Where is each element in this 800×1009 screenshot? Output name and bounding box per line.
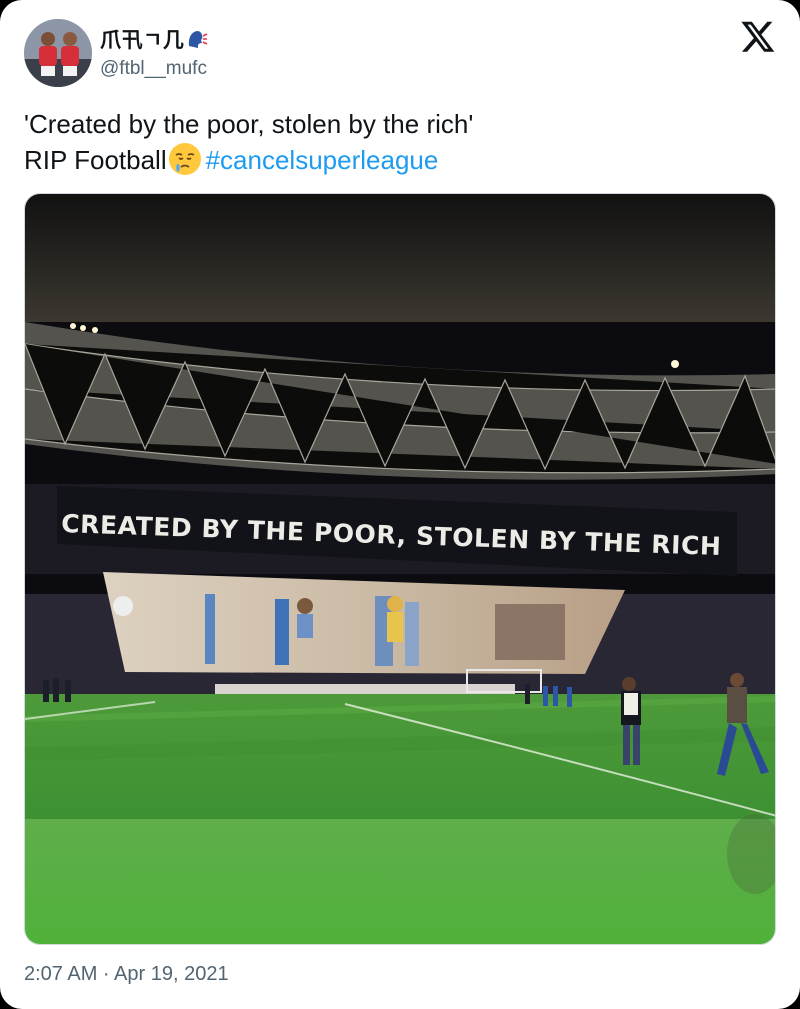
user-handle[interactable]: @ftbl__mufc <box>100 58 207 80</box>
tweet-photo[interactable]: CREATED BY THE POOR, STOLEN BY THE RICH <box>24 193 776 945</box>
tweet-line-2-text: RIP Football <box>24 145 167 175</box>
hashtag-link[interactable]: #cancelsuperleague <box>206 145 439 175</box>
tweet-line-2: RIP Football #cancelsuperleague <box>24 142 764 178</box>
timestamp[interactable]: 2:07 AM · Apr 19, 2021 <box>24 963 229 986</box>
tweet-card: 爪卂ㄱ几 @ftbl__mufc 'Created by the poor, s… <box>0 0 800 1009</box>
tweet-line-1: 'Created by the poor, stolen by the rich… <box>24 109 474 139</box>
speaking-head-emoji <box>189 31 208 48</box>
x-logo-icon[interactable] <box>740 18 776 54</box>
display-name[interactable]: 爪卂ㄱ几 <box>100 24 208 54</box>
tweet-text: 'Created by the poor, stolen by the rich… <box>24 106 764 178</box>
sad-relieved-face-emoji <box>168 143 201 175</box>
avatar[interactable] <box>24 19 92 87</box>
